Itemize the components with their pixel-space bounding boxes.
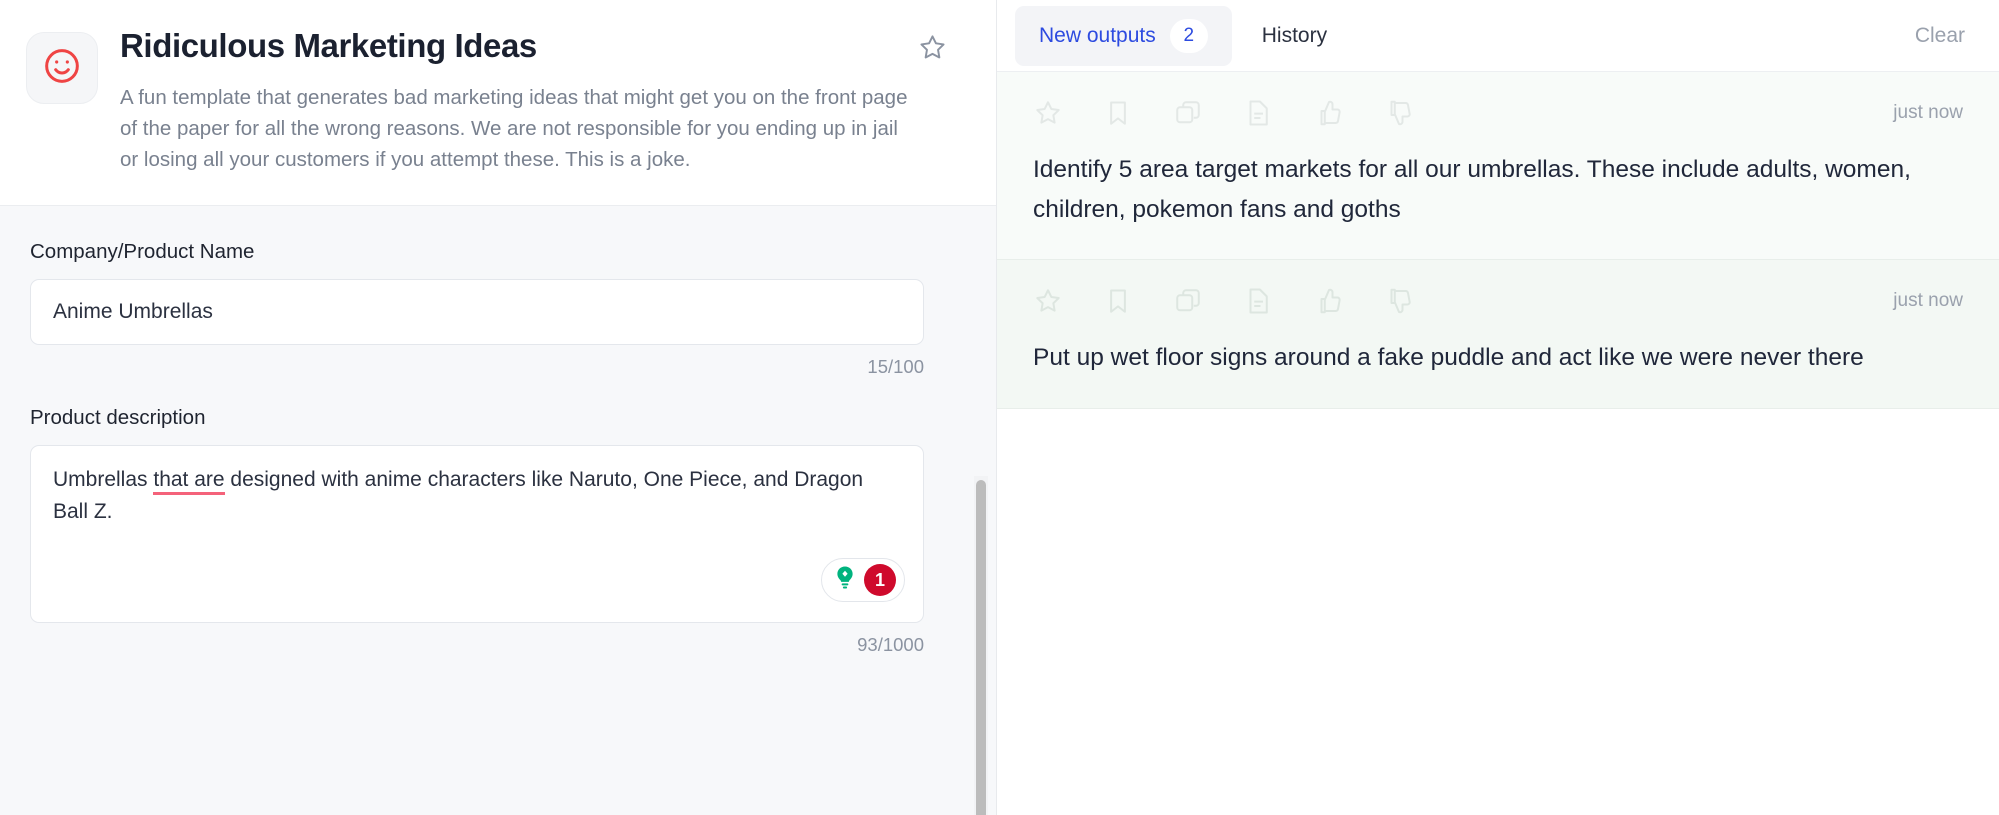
smiley-face-icon (42, 46, 82, 91)
product-description-counter: 93/1000 (30, 634, 924, 656)
tab-history[interactable]: History (1238, 11, 1351, 61)
bookmark-icon[interactable] (1103, 98, 1133, 128)
template-icon-container (26, 32, 98, 104)
template-header: Ridiculous Marketing Ideas A fun templat… (0, 0, 996, 206)
output-actions: just now (1033, 278, 1963, 324)
grammar-assistant-badge[interactable]: 1 (821, 558, 905, 602)
template-heading-block: Ridiculous Marketing Ideas A fun templat… (120, 26, 958, 175)
output-tabs: New outputs 2 History Clear (997, 0, 1999, 72)
tab-new-outputs-label: New outputs (1039, 24, 1156, 48)
template-panel: Ridiculous Marketing Ideas A fun templat… (0, 0, 997, 815)
company-name-counter: 15/100 (30, 356, 924, 378)
document-icon[interactable] (1243, 286, 1273, 316)
product-description-label: Product description (30, 406, 956, 430)
star-icon[interactable] (1033, 98, 1063, 128)
output-text: Identify 5 area target markets for all o… (1033, 150, 1963, 229)
output-panel: New outputs 2 History Clear (997, 0, 1999, 815)
favorite-star-icon[interactable] (917, 32, 948, 68)
tab-new-outputs[interactable]: New outputs 2 (1015, 6, 1232, 66)
output-timestamp: just now (1893, 290, 1963, 312)
company-name-label: Company/Product Name (30, 240, 956, 264)
copy-icon[interactable] (1173, 98, 1203, 128)
thumbs-down-icon[interactable] (1383, 98, 1413, 128)
output-list: just now Identify 5 area target markets … (997, 72, 1999, 815)
thumbs-up-icon[interactable] (1313, 98, 1343, 128)
page-title: Ridiculous Marketing Ideas (120, 26, 537, 66)
star-icon[interactable] (1033, 286, 1063, 316)
output-card: just now Identify 5 area target markets … (997, 72, 1999, 260)
bookmark-icon[interactable] (1103, 286, 1133, 316)
app-root: Ridiculous Marketing Ideas A fun templat… (0, 0, 1999, 815)
document-icon[interactable] (1243, 98, 1273, 128)
output-card: just now Put up wet floor signs around a… (997, 260, 1999, 409)
output-text: Put up wet floor signs around a fake pud… (1033, 338, 1963, 378)
thumbs-down-icon[interactable] (1383, 286, 1413, 316)
desc-text-part1: Umbrellas (53, 468, 153, 491)
product-description-textarea[interactable]: Umbrellas that are designed with anime c… (30, 445, 924, 623)
grammar-suggestion-span[interactable]: that are (153, 468, 224, 495)
thumbs-up-icon[interactable] (1313, 286, 1343, 316)
product-description-text: Umbrellas that are designed with anime c… (53, 464, 901, 526)
company-name-input[interactable]: Anime Umbrellas (30, 279, 924, 345)
field-company-product-name: Company/Product Name Anime Umbrellas 15/… (30, 240, 956, 378)
grammar-issue-count: 1 (864, 564, 896, 596)
new-outputs-count-badge: 2 (1170, 19, 1208, 53)
output-timestamp: just now (1893, 102, 1963, 124)
field-product-description: Product description Umbrellas that are d… (30, 406, 956, 656)
template-description: A fun template that generates bad market… (120, 82, 920, 175)
form-scrollbar-thumb[interactable] (976, 480, 986, 815)
tab-history-label: History (1262, 24, 1327, 48)
template-form: Company/Product Name Anime Umbrellas 15/… (0, 206, 996, 815)
clear-outputs-button[interactable]: Clear (1911, 16, 1969, 56)
form-scrollbar[interactable] (974, 476, 988, 815)
output-actions: just now (1033, 90, 1963, 136)
copy-icon[interactable] (1173, 286, 1203, 316)
lightbulb-icon (830, 563, 860, 598)
